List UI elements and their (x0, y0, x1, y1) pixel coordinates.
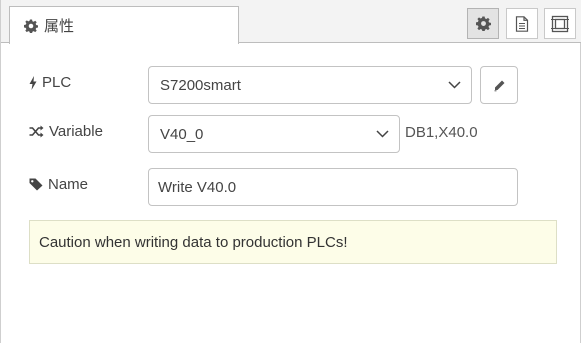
tab-label: 属性 (44, 17, 75, 35)
edit-plc-button[interactable] (480, 66, 518, 104)
gear-icon (24, 18, 38, 33)
gear-icon (475, 16, 491, 31)
variable-label: Variable (29, 123, 103, 140)
settings-tab-button[interactable] (467, 8, 499, 39)
appearance-tab-button[interactable] (544, 8, 576, 39)
tab-properties[interactable]: 属性 (9, 6, 239, 44)
chevron-down-icon (448, 81, 461, 89)
tag-icon (29, 178, 43, 191)
properties-panel: 属性 PLC S7200smart Variable V40_0 DB1,X40… (0, 0, 581, 343)
frame-icon (551, 15, 569, 32)
pencil-icon (494, 80, 504, 91)
variable-address: DB1,X40.0 (405, 124, 478, 141)
document-icon (515, 15, 529, 32)
name-input-value: Write V40.0 (158, 178, 237, 196)
bolt-icon (29, 75, 37, 90)
chevron-down-icon (376, 130, 389, 138)
variable-select-value: V40_0 (160, 125, 204, 143)
name-label-text: Name (48, 176, 89, 193)
plc-select-value: S7200smart (160, 76, 241, 94)
name-input[interactable]: Write V40.0 (148, 168, 518, 206)
plc-select[interactable]: S7200smart (148, 66, 472, 104)
shuffle-icon (29, 125, 44, 138)
variable-select[interactable]: V40_0 (148, 115, 400, 153)
name-label: Name (29, 176, 88, 193)
caution-note: Caution when writing data to production … (29, 220, 557, 264)
plc-label-text: PLC (42, 74, 72, 91)
plc-label: PLC (29, 74, 71, 91)
caution-note-text: Caution when writing data to production … (39, 233, 348, 251)
description-tab-button[interactable] (506, 8, 538, 39)
variable-label-text: Variable (49, 123, 103, 140)
panel-header: 属性 (1, 0, 581, 44)
